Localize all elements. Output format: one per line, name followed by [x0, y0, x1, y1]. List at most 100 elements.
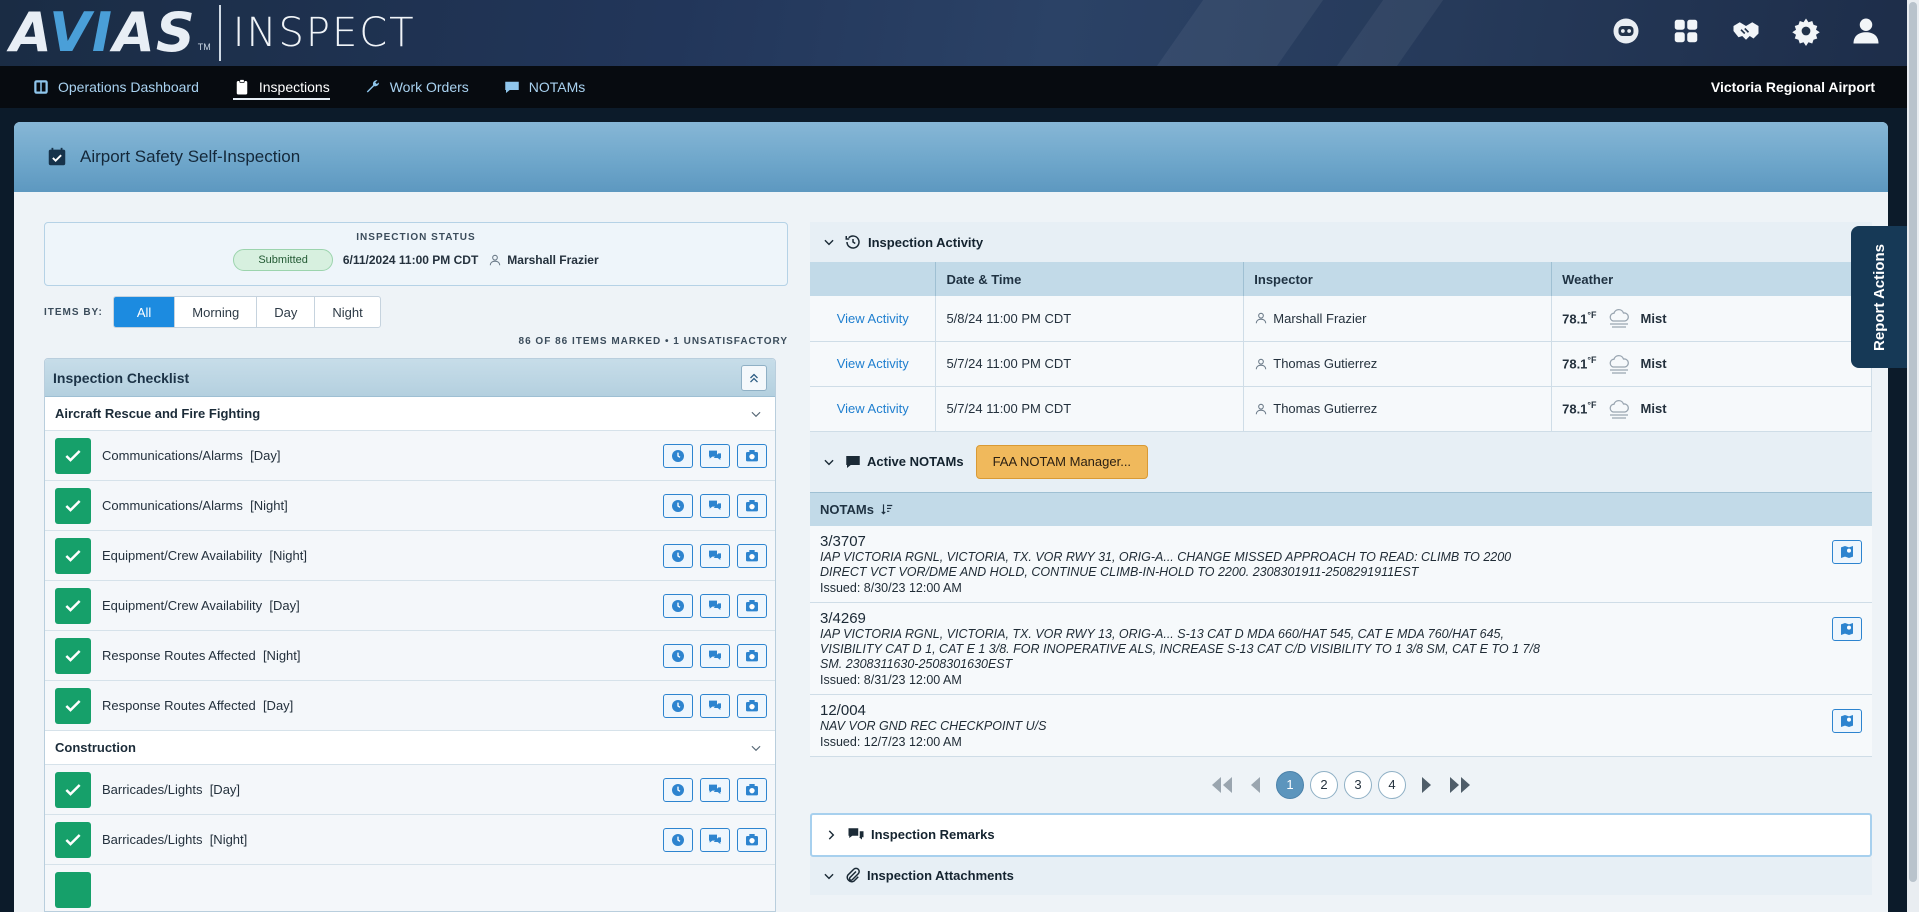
weather-summary: 78.1°F Mist: [1562, 399, 1871, 419]
item-history-button[interactable]: [663, 827, 693, 852]
item-photo-button[interactable]: [737, 593, 767, 618]
check-icon: [65, 449, 81, 462]
item-history-button[interactable]: [663, 777, 693, 802]
section-title: Inspection Attachments: [867, 868, 1014, 883]
item-check-button[interactable]: [55, 537, 91, 574]
item-check-button[interactable]: [55, 437, 91, 474]
item-check-button[interactable]: [55, 687, 91, 724]
notam-map-button[interactable]: [1832, 616, 1862, 641]
user-icon[interactable]: [1849, 14, 1883, 48]
airport-selector[interactable]: Victoria Regional Airport: [1711, 66, 1875, 108]
page-button-1[interactable]: 1: [1276, 770, 1304, 799]
notam-issued: Issued: 8/30/23 12:00 AM: [820, 580, 962, 595]
prev-page-button[interactable]: [1242, 771, 1270, 799]
item-history-button[interactable]: [663, 643, 693, 668]
page-button-4[interactable]: 4: [1378, 770, 1406, 799]
item-comments-button[interactable]: [700, 693, 730, 718]
notam-map-button[interactable]: [1832, 539, 1862, 564]
page-button-2[interactable]: 2: [1310, 770, 1338, 799]
apps-grid-icon[interactable]: [1669, 14, 1703, 48]
app-logo[interactable]: AVIAS TM INSPECT: [10, 5, 416, 61]
checklist-item: Communications/Alarms [Night]: [45, 481, 775, 531]
clock-icon: [672, 649, 684, 662]
filter-night-button[interactable]: Night: [315, 297, 379, 327]
item-comments-button[interactable]: [700, 643, 730, 668]
item-comments-button[interactable]: [700, 777, 730, 802]
nav-work-orders[interactable]: Work Orders: [364, 66, 469, 108]
item-comments-button[interactable]: [700, 493, 730, 518]
inspection-activity-toggle[interactable]: Inspection Activity: [810, 222, 1872, 262]
notam-map-button[interactable]: [1832, 708, 1862, 733]
next-page-button[interactable]: [1412, 771, 1440, 799]
nav-inspections[interactable]: Inspections: [232, 66, 330, 108]
item-photo-button[interactable]: [737, 643, 767, 668]
nav-notams[interactable]: NOTAMs: [503, 66, 585, 108]
view-activity-cell: View Activity: [810, 341, 937, 387]
view-activity-cell: View Activity: [810, 386, 937, 432]
group-label: Construction: [55, 740, 136, 755]
filter-all-button[interactable]: All: [113, 297, 176, 327]
robot-assistant-icon[interactable]: [1609, 14, 1643, 48]
checklist-item: Barricades/Lights [Day]: [45, 765, 775, 815]
scrollbar-thumb[interactable]: [1909, 2, 1917, 882]
item-check-button[interactable]: [55, 871, 91, 908]
camera-icon: [746, 833, 758, 845]
comments-icon: [709, 700, 721, 710]
item-period: [Day]: [209, 782, 241, 797]
item-comments-button[interactable]: [700, 543, 730, 568]
item-photo-button[interactable]: [737, 777, 767, 802]
filter-morning-button[interactable]: Morning: [175, 297, 258, 327]
items-summary: 86 OF 86 ITEMS MARKED • 1 UNSATISFACTORY: [518, 336, 788, 347]
view-activity-link[interactable]: View Activity: [837, 401, 909, 416]
item-check-button[interactable]: [55, 637, 91, 674]
item-check-button[interactable]: [55, 587, 91, 624]
activity-weather-cell: 78.1°F Mist: [1551, 386, 1872, 432]
page-scrollbar[interactable]: [1907, 0, 1919, 912]
last-page-button[interactable]: [1446, 771, 1474, 799]
checklist-group-construction[interactable]: Construction: [45, 731, 775, 765]
view-activity-link[interactable]: View Activity: [837, 311, 909, 326]
page-button-3[interactable]: 3: [1344, 770, 1372, 799]
item-check-button[interactable]: [55, 771, 91, 808]
item-comments-button[interactable]: [700, 827, 730, 852]
inspection-attachments-toggle[interactable]: Inspection Attachments: [810, 856, 1872, 895]
collapse-all-button[interactable]: [741, 364, 767, 391]
item-history-button[interactable]: [663, 593, 693, 618]
view-activity-link[interactable]: View Activity: [837, 356, 909, 371]
item-actions: [663, 593, 767, 618]
filter-day-button[interactable]: Day: [257, 297, 316, 327]
item-comments-button[interactable]: [700, 443, 730, 468]
weather-condition: Mist: [1640, 356, 1667, 371]
item-photo-button[interactable]: [737, 543, 767, 568]
double-chevron-right-icon: [1450, 776, 1470, 793]
inspection-remarks-toggle[interactable]: Inspection Remarks: [810, 812, 1872, 857]
item-check-button[interactable]: [55, 821, 91, 858]
item-photo-button[interactable]: [737, 693, 767, 718]
handshake-icon[interactable]: [1729, 14, 1763, 48]
item-history-button[interactable]: [663, 443, 693, 468]
header-decoration: [1156, 0, 1324, 66]
item-photo-button[interactable]: [737, 443, 767, 468]
weather-unit: °F: [1587, 400, 1597, 411]
item-comments-button[interactable]: [700, 593, 730, 618]
activity-inspector: Thomas Gutierrez: [1254, 401, 1551, 416]
clock-icon: [672, 833, 684, 846]
column-header: NOTAMs: [820, 501, 874, 517]
report-actions-tab[interactable]: Report Actions: [1851, 226, 1907, 368]
item-history-button[interactable]: [663, 493, 693, 518]
checklist-group-arff[interactable]: Aircraft Rescue and Fire Fighting: [45, 397, 775, 431]
notam-issued: Issued: 12/7/23 12:00 AM: [820, 734, 962, 749]
item-photo-button[interactable]: [737, 493, 767, 518]
nav-operations-dashboard[interactable]: Operations Dashboard: [32, 66, 199, 108]
sort-icon[interactable]: [880, 502, 894, 516]
chevron-down-icon[interactable]: [822, 455, 836, 469]
faa-notam-manager-button[interactable]: FAA NOTAM Manager...: [975, 444, 1149, 479]
gear-icon[interactable]: [1789, 14, 1823, 48]
item-photo-button[interactable]: [737, 827, 767, 852]
item-history-button[interactable]: [663, 543, 693, 568]
item-check-button[interactable]: [55, 487, 91, 524]
page-title: Airport Safety Self-Inspection: [80, 147, 301, 166]
item-history-button[interactable]: [663, 693, 693, 718]
first-page-button[interactable]: [1208, 771, 1236, 799]
view-activity-cell: View Activity: [810, 296, 937, 342]
